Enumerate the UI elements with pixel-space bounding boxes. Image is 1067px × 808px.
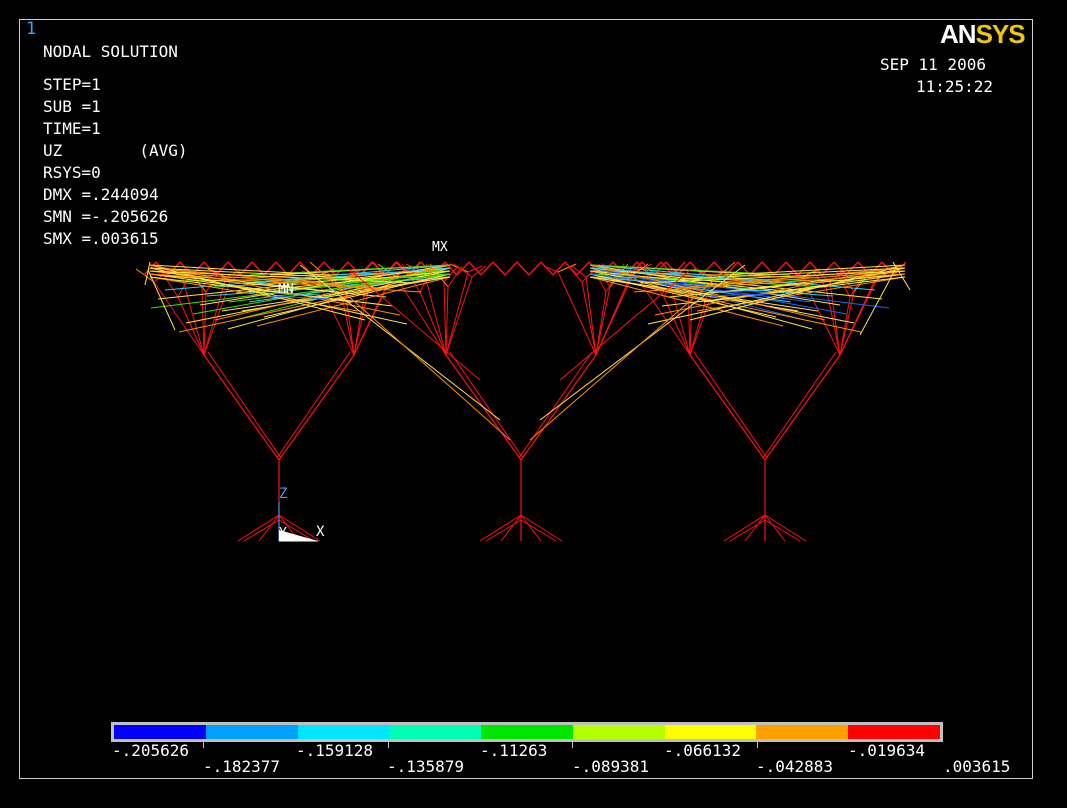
legend-band-3 [297,725,390,739]
model-plot[interactable]: MX MN Z Y X [0,0,1067,808]
triad-y-label: Y [279,526,287,541]
legend-label-5: -.11263 [480,741,548,760]
max-marker: MX [432,240,448,255]
legend-tick [572,742,573,748]
legend-label-7: -.066132 [664,741,742,760]
legend-tick [388,742,389,748]
legend-tick [757,742,758,748]
tree-structure-model [135,261,911,542]
legend-label-3: -.159128 [296,741,374,760]
legend-label-10: .003615 [943,757,1011,776]
coordinate-triad: Z Y X [278,486,325,542]
legend-label-1: -.205626 [112,741,190,760]
legend-label-6: -.089381 [572,757,650,776]
legend-band-8 [756,725,849,739]
contour-legend-bar [111,722,943,742]
legend-band-5 [481,725,573,739]
legend-label-2: -.182377 [203,757,281,776]
legend-tick [203,742,204,748]
legend-band-6 [572,725,665,739]
legend-band-2 [205,725,298,739]
legend-band-4 [389,725,482,739]
legend-label-9: -.019634 [848,741,926,760]
legend-band-7 [664,725,757,739]
legend-band-1 [114,725,206,739]
triad-z-label: Z [279,486,287,502]
legend-band-9 [848,725,941,739]
triad-x-label: X [316,524,325,540]
legend-label-4: -.135879 [387,757,465,776]
legend-label-8: -.042883 [756,757,834,776]
min-marker: MN [278,282,294,297]
